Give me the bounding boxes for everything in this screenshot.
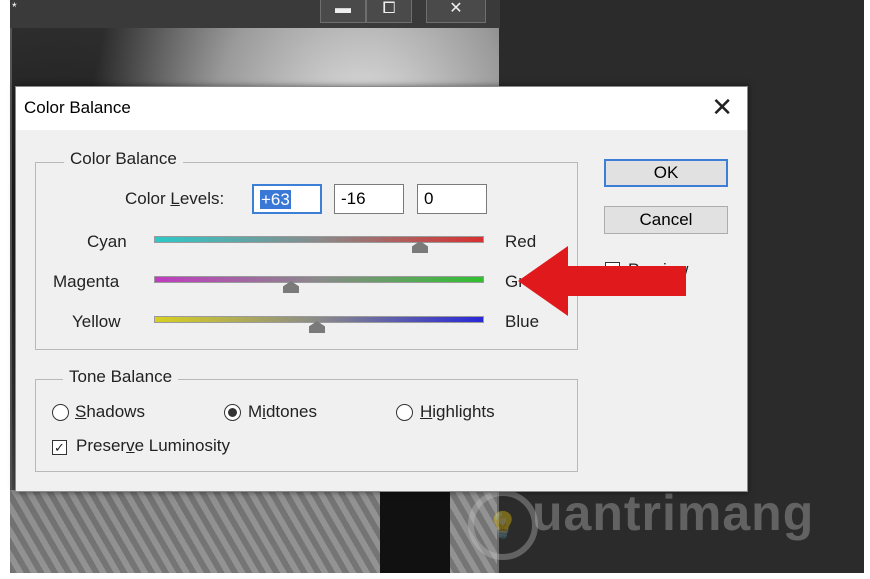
photo-shadow <box>380 490 450 573</box>
color-levels-label: Color Levels: <box>125 189 225 208</box>
magenta-green-slider[interactable] <box>154 276 484 283</box>
dialog-titlebar[interactable]: Color Balance ✕ <box>16 87 747 130</box>
red-arrow-annotation <box>518 246 686 316</box>
slider-cyan-label: Cyan <box>87 232 127 251</box>
cyan-red-slider[interactable] <box>154 236 484 243</box>
slider-magenta-label: Magenta <box>53 272 120 291</box>
preserve-luminosity-label[interactable]: Preserve Luminosity <box>76 436 230 456</box>
unsaved-marker: * <box>12 0 17 14</box>
red-arrow-shape <box>518 246 686 316</box>
highlights-label[interactable]: Highlights <box>420 402 495 422</box>
preserve-luminosity-checkbox[interactable]: ✓ <box>52 440 67 455</box>
maximize-button[interactable]: ⧠ <box>366 0 412 23</box>
level-field-magenta-green[interactable]: -16 <box>334 184 404 214</box>
slider-yellow-label: Yellow <box>72 312 121 331</box>
midtones-label[interactable]: Midtones <box>248 402 317 422</box>
cancel-button[interactable]: Cancel <box>604 206 728 234</box>
shadows-radio[interactable] <box>52 404 69 421</box>
dialog-title: Color Balance <box>24 98 131 117</box>
shadows-label[interactable]: Shadows <box>75 402 145 422</box>
close-icon: ✕ <box>449 0 463 17</box>
yellow-blue-slider[interactable] <box>154 316 484 323</box>
tone-balance-group <box>35 379 578 472</box>
highlights-radio[interactable] <box>396 404 413 421</box>
midtones-radio[interactable] <box>224 404 241 421</box>
level-field-cyan-red[interactable]: +63 <box>252 184 322 214</box>
minimize-icon: ▬ <box>335 0 351 17</box>
watermark-text: uantrimang <box>532 485 815 541</box>
color-balance-legend: Color Balance <box>64 149 183 169</box>
dialog-close-icon[interactable]: ✕ <box>711 94 733 120</box>
maximize-icon: ⧠ <box>382 0 396 17</box>
close-button[interactable]: ✕ <box>426 0 486 23</box>
left-edge <box>0 0 10 579</box>
ok-button[interactable]: OK <box>604 159 728 187</box>
bottom-edge <box>0 573 870 579</box>
right-edge <box>864 0 870 579</box>
tone-balance-legend: Tone Balance <box>63 367 179 387</box>
level-field-yellow-blue[interactable]: 0 <box>417 184 487 214</box>
minimize-button[interactable]: ▬ <box>320 0 366 23</box>
lightbulb-icon: 💡 <box>468 490 538 560</box>
